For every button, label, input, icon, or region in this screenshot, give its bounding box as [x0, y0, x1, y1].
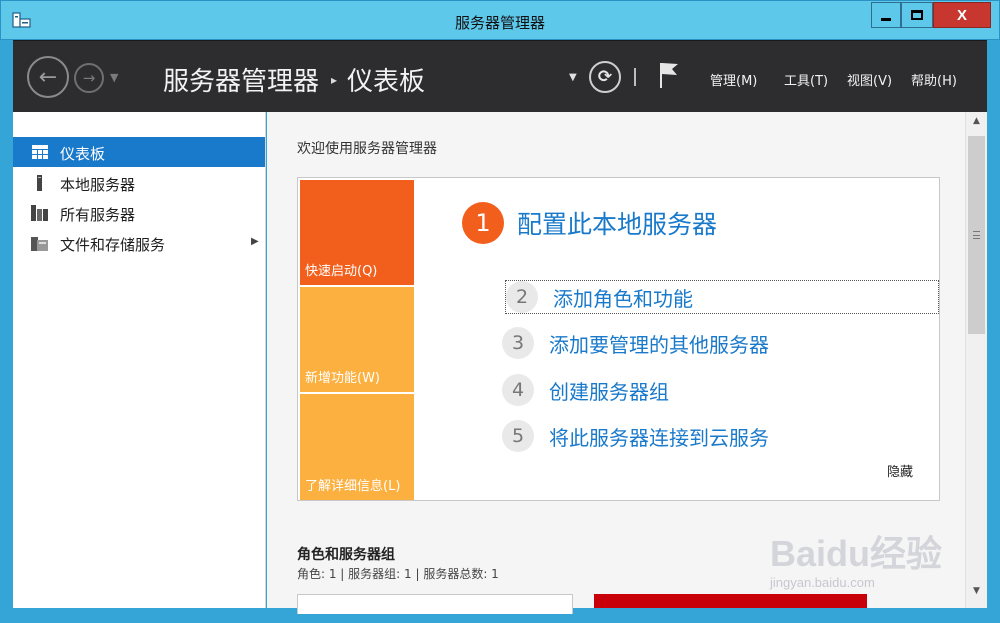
history-dropdown-icon[interactable]: ▼ [110, 71, 118, 84]
scroll-grip-icon [973, 231, 980, 239]
close-icon: X [956, 6, 967, 24]
step-number-badge: 4 [502, 374, 534, 406]
step-add-other-servers[interactable]: 3 添加要管理的其他服务器 [502, 326, 769, 360]
tile-quick-start[interactable]: 快速启动(Q) [300, 180, 414, 285]
window-titlebar: 服务器管理器 X [0, 0, 1000, 40]
roles-summary: 角色: 1 | 服务器组: 1 | 服务器总数: 1 [297, 567, 499, 581]
sidebar-item-dashboard[interactable]: 仪表板 [13, 137, 265, 167]
back-button[interactable]: ← [27, 56, 69, 98]
breadcrumb-root[interactable]: 服务器管理器 [163, 61, 319, 98]
role-card-alert[interactable] [594, 594, 867, 608]
arrow-left-icon: ← [38, 64, 58, 90]
tile-label: 新增功能(W) [305, 371, 380, 386]
local-server-icon [37, 175, 42, 191]
sidebar-item-file-storage[interactable]: 文件和存储服务 ▶ [13, 228, 265, 258]
sidebar-item-label: 文件和存储服务 [60, 236, 166, 254]
baidu-watermark-url: jingyan.baidu.com [770, 575, 875, 590]
quick-start-panel: 快速启动(Q) 新增功能(W) 了解详细信息(L) 1 配置此本地服务器 2 添… [297, 177, 940, 501]
roles-section-title: 角色和服务器组 [297, 547, 395, 563]
step-add-roles-features[interactable]: 2 添加角色和功能 [505, 280, 939, 314]
close-button[interactable]: X [933, 2, 991, 28]
dashboard-icon [32, 145, 48, 159]
step-link[interactable]: 创建服务器组 [549, 376, 669, 405]
welcome-title: 欢迎使用服务器管理器 [297, 141, 437, 157]
refresh-icon: ⟳ [597, 67, 613, 87]
maximize-button[interactable] [901, 2, 933, 28]
maximize-icon [911, 10, 923, 20]
refresh-button[interactable]: ⟳ [589, 61, 621, 93]
breadcrumb-separator-icon: ▸ [331, 72, 338, 87]
sidebar-item-label: 仪表板 [60, 145, 106, 163]
breadcrumb-dropdown-icon[interactable]: ▼ [569, 72, 577, 83]
forward-button[interactable]: → [74, 63, 104, 93]
tile-whats-new[interactable]: 新增功能(W) [300, 287, 414, 392]
sidebar-item-label: 本地服务器 [60, 176, 136, 194]
sidebar-item-label: 所有服务器 [60, 206, 136, 224]
step-link[interactable]: 配置此本地服务器 [517, 205, 717, 241]
step-link[interactable]: 添加要管理的其他服务器 [549, 329, 769, 358]
breadcrumb-current: 仪表板 [347, 67, 426, 97]
tile-learn-more[interactable]: 了解详细信息(L) [300, 394, 414, 500]
scroll-thumb[interactable] [968, 136, 985, 334]
sidebar-item-all-servers[interactable]: 所有服务器 [13, 198, 265, 228]
step-number-badge: 1 [462, 202, 504, 244]
step-link[interactable]: 添加角色和功能 [553, 283, 693, 312]
baidu-watermark-logo: Baidu经验 [770, 533, 943, 574]
expand-arrow-icon[interactable]: ▶ [251, 236, 259, 247]
arrow-right-icon: → [82, 69, 96, 87]
app-header: ← → ▼ 服务器管理器 ▸ 仪表板 ▼ ⟳ 管理(M) 工具(T) 视图(V)… [13, 40, 987, 112]
vertical-scrollbar[interactable]: ▲ ▼ [965, 112, 987, 608]
step-link[interactable]: 将此服务器连接到云服务 [549, 422, 769, 451]
step-number-badge: 2 [506, 281, 538, 313]
step-configure-local-server[interactable]: 1 配置此本地服务器 [462, 202, 717, 244]
notifications-flag-icon[interactable] [658, 61, 680, 89]
file-storage-icon [31, 237, 48, 251]
window-title: 服务器管理器 [454, 14, 545, 32]
tile-label: 了解详细信息(L) [305, 479, 401, 494]
sidebar-item-local-server[interactable]: 本地服务器 [13, 168, 265, 198]
hide-link[interactable]: 隐藏 [887, 461, 913, 480]
minimize-icon [881, 17, 891, 21]
scroll-down-icon[interactable]: ▼ [966, 586, 987, 606]
scroll-up-icon[interactable]: ▲ [966, 116, 987, 136]
step-number-badge: 5 [502, 420, 534, 452]
step-connect-cloud-services[interactable]: 5 将此服务器连接到云服务 [502, 419, 769, 453]
role-card[interactable] [297, 594, 573, 614]
menu-help[interactable]: 帮助(H) [911, 70, 957, 89]
menu-manage[interactable]: 管理(M) [710, 70, 757, 89]
header-divider [634, 68, 636, 86]
menu-tools[interactable]: 工具(T) [784, 70, 828, 89]
step-number-badge: 3 [502, 327, 534, 359]
minimize-button[interactable] [871, 2, 901, 28]
menu-view[interactable]: 视图(V) [847, 70, 892, 89]
navigation-sidebar: 仪表板 本地服务器 所有服务器 文件和存储服务 ▶ [13, 112, 266, 608]
breadcrumb: 服务器管理器 ▸ 仪表板 [163, 61, 425, 98]
all-servers-icon [31, 205, 48, 221]
step-create-server-group[interactable]: 4 创建服务器组 [502, 373, 669, 407]
tile-label: 快速启动(Q) [305, 264, 378, 279]
